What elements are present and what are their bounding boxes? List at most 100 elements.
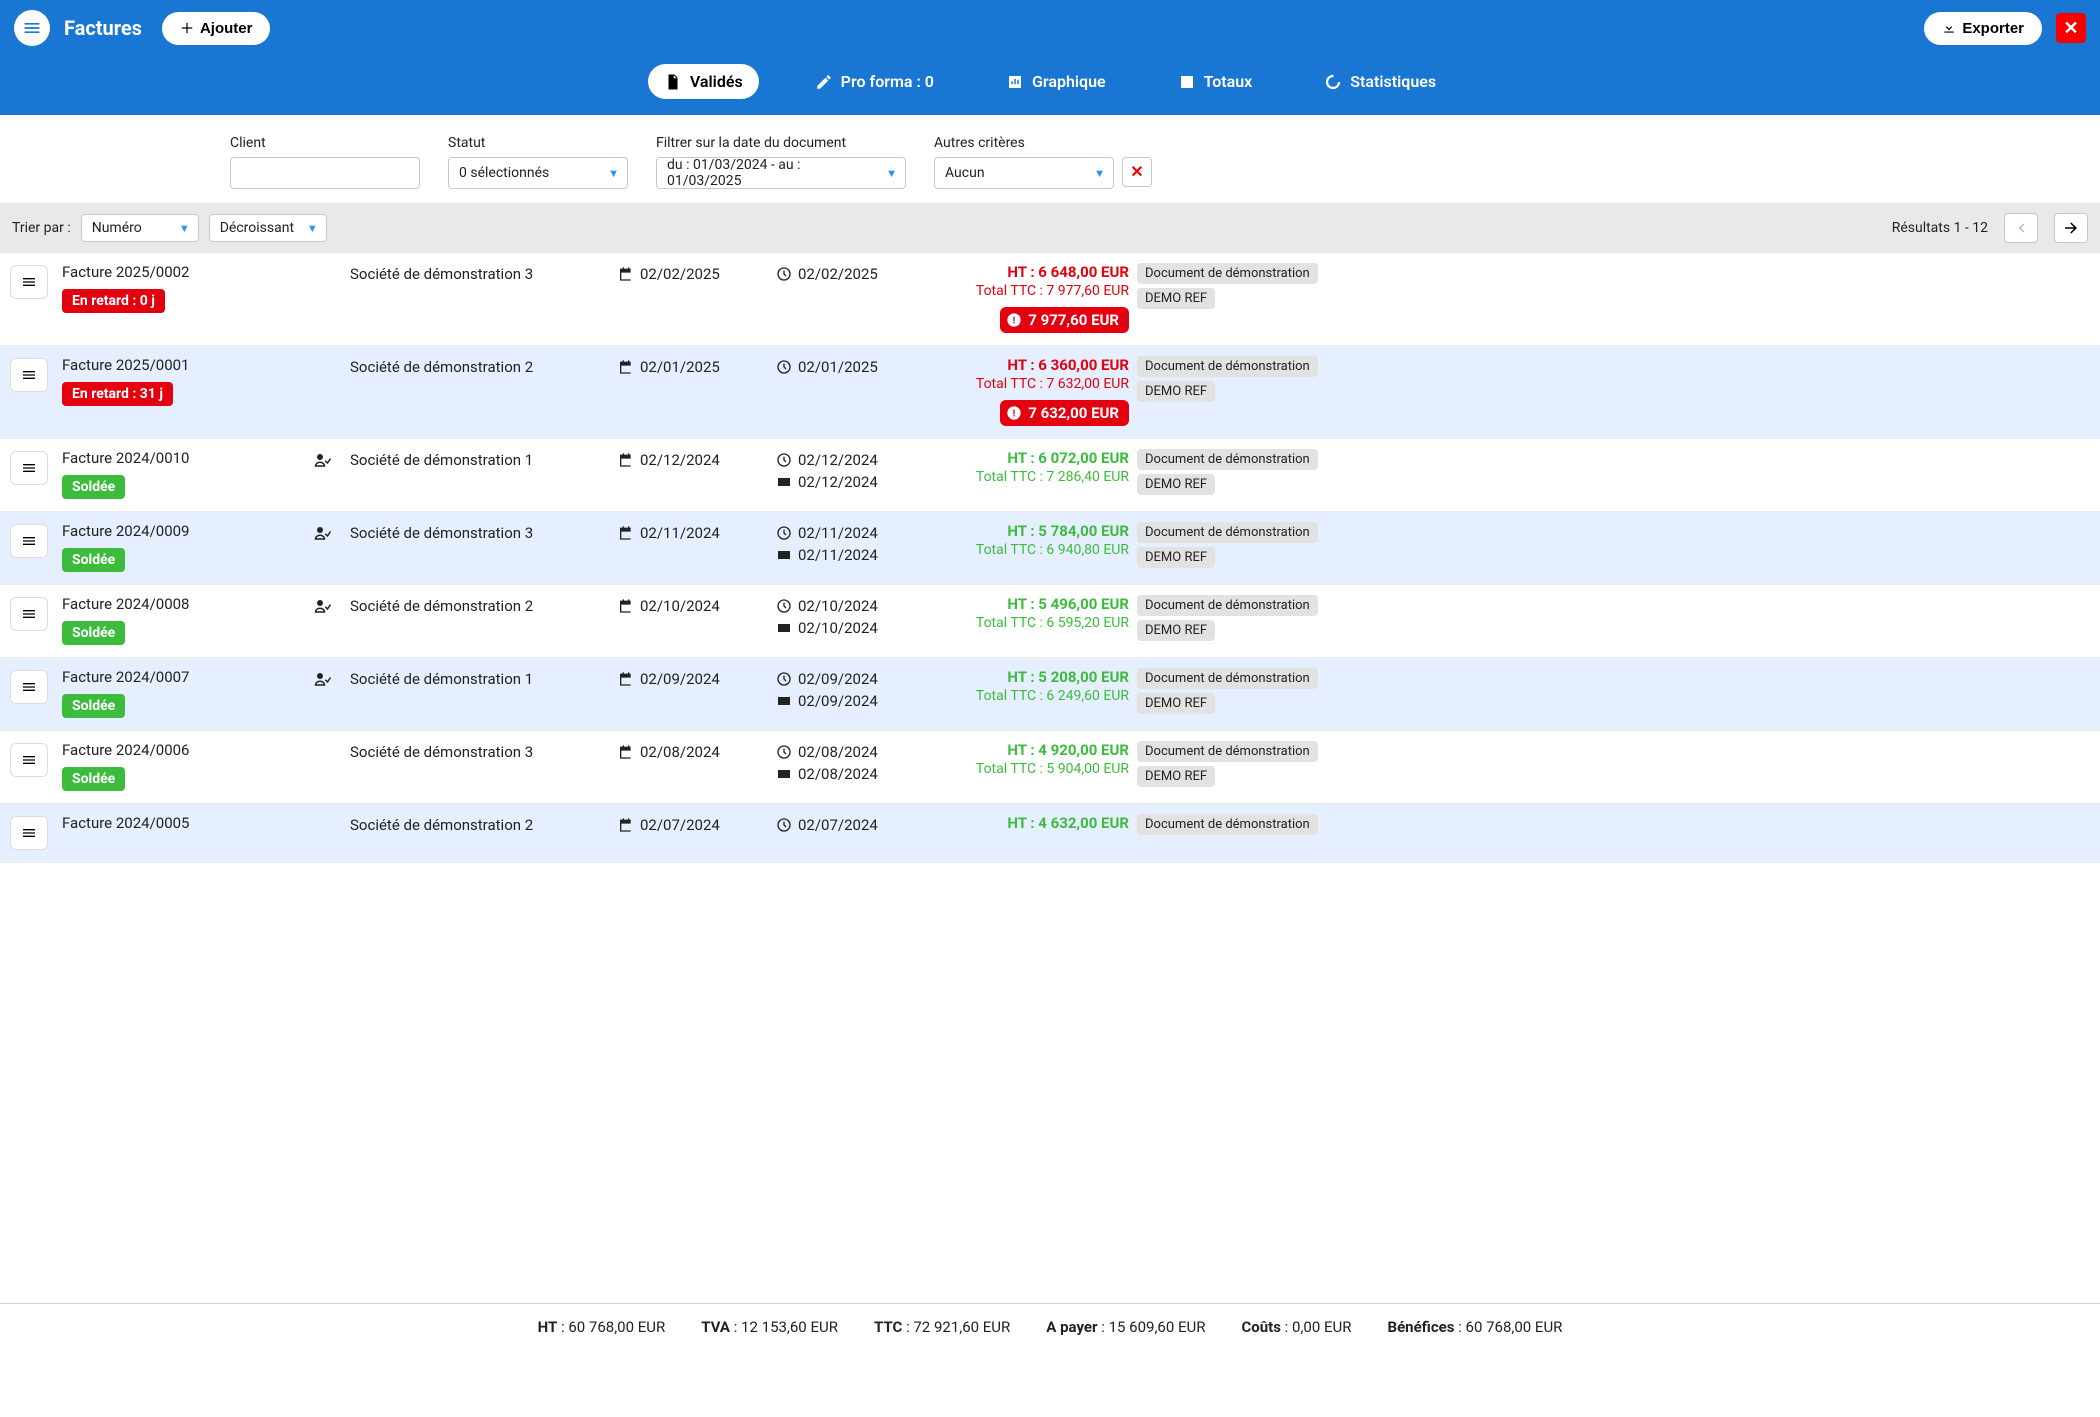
amount-ht: HT : 6 072,00 EUR — [934, 449, 1129, 467]
clock-icon — [776, 671, 792, 687]
tag: DEMO REF — [1137, 620, 1215, 641]
filter-other-select[interactable]: Aucun ▼ — [934, 157, 1114, 189]
invoice-row[interactable]: Facture 2024/0009SoldéeSociété de démons… — [0, 512, 2100, 585]
row-menu-icon — [21, 533, 37, 549]
due-date: 02/10/2024 — [798, 597, 878, 615]
tab-statistiques[interactable]: Statistiques — [1308, 64, 1452, 99]
company-name: Société de démonstration 2 — [350, 356, 610, 376]
document-date: 02/12/2024 — [640, 451, 720, 469]
sort-field-select[interactable]: Numéro ▼ — [81, 214, 199, 242]
calendar-icon — [618, 359, 634, 375]
clock-icon — [776, 598, 792, 614]
menu-icon — [22, 18, 42, 38]
tab-proforma[interactable]: Pro forma : 0 — [799, 64, 950, 99]
amount-ttc: Total TTC : 7 632,00 EUR — [934, 376, 1129, 392]
row-menu-button[interactable] — [10, 670, 48, 704]
outstanding-badge: 7 632,00 EUR — [1000, 400, 1129, 426]
paid-date: 02/12/2024 — [798, 473, 878, 491]
row-menu-button[interactable] — [10, 265, 48, 299]
pencil-icon — [815, 73, 833, 91]
filter-date-select[interactable]: du : 01/03/2024 - au : 01/03/2025 ▼ — [656, 157, 906, 189]
alert-icon — [1006, 405, 1022, 421]
calendar-icon — [618, 744, 634, 760]
next-page-button[interactable] — [2054, 213, 2088, 243]
paid-date: 02/11/2024 — [798, 546, 878, 564]
row-menu-button[interactable] — [10, 597, 48, 631]
export-button[interactable]: Exporter — [1924, 12, 2042, 45]
invoice-row[interactable]: Facture 2024/0008SoldéeSociété de démons… — [0, 585, 2100, 658]
footer-ht-val: : 60 768,00 EUR — [557, 1318, 665, 1336]
download-icon — [1942, 21, 1956, 35]
row-menu-icon — [21, 460, 37, 476]
amount-ht: HT : 5 784,00 EUR — [934, 522, 1129, 540]
close-button[interactable]: ✕ — [2056, 13, 2086, 43]
plus-icon — [180, 21, 194, 35]
tag: DEMO REF — [1137, 474, 1215, 495]
calculator-icon — [1178, 73, 1196, 91]
filter-client-input[interactable] — [230, 157, 420, 189]
amount-ttc: Total TTC : 6 249,60 EUR — [934, 688, 1129, 704]
prev-page-button[interactable] — [2004, 213, 2038, 243]
row-menu-button[interactable] — [10, 451, 48, 485]
add-button-label: Ajouter — [200, 20, 253, 37]
tab-totaux[interactable]: Totaux — [1162, 64, 1269, 99]
tab-graphique[interactable]: Graphique — [990, 64, 1122, 99]
tag: Document de démonstration — [1137, 449, 1318, 470]
filters: Client Statut 0 sélectionnés ▼ Filtrer s… — [0, 115, 2100, 203]
company-name: Société de démonstration 3 — [350, 263, 610, 283]
footer-benef-val: : 60 768,00 EUR — [1454, 1318, 1562, 1336]
main-menu-button[interactable] — [14, 10, 50, 46]
signature-icon — [314, 451, 332, 469]
results-count: Résultats 1 - 12 — [1892, 220, 1988, 236]
due-date: 02/09/2024 — [798, 670, 878, 688]
page-title: Factures — [64, 16, 142, 40]
card-icon — [776, 693, 792, 709]
select-value: Aucun — [945, 165, 985, 181]
row-menu-icon — [21, 274, 37, 290]
invoice-row[interactable]: Facture 2024/0010SoldéeSociété de démons… — [0, 439, 2100, 512]
footer-couts-val: : 0,00 EUR — [1281, 1318, 1352, 1336]
tag: DEMO REF — [1137, 766, 1215, 787]
invoice-row[interactable]: Facture 2024/0005Société de démonstratio… — [0, 804, 2100, 863]
tab-label: Totaux — [1204, 72, 1253, 91]
footer-tva-val: : 12 153,60 EUR — [730, 1318, 838, 1336]
calendar-icon — [618, 671, 634, 687]
tag: Document de démonstration — [1137, 356, 1318, 377]
tab-valides[interactable]: Validés — [648, 64, 759, 99]
clock-icon — [776, 452, 792, 468]
outstanding-badge: 7 977,60 EUR — [1000, 307, 1129, 333]
row-menu-button[interactable] — [10, 816, 48, 850]
alert-icon — [1006, 312, 1022, 328]
company-name: Société de démonstration 3 — [350, 741, 610, 761]
row-menu-button[interactable] — [10, 743, 48, 777]
row-menu-icon — [21, 606, 37, 622]
signature-icon — [314, 597, 332, 615]
footer-tva-label: TVA — [701, 1318, 730, 1336]
invoice-row[interactable]: Facture 2025/0002En retard : 0 jSociété … — [0, 253, 2100, 346]
sortbar-label: Trier par : — [12, 220, 71, 236]
clear-filter-button[interactable]: ✕ — [1122, 157, 1152, 187]
amount-ttc: Total TTC : 7 286,40 EUR — [934, 469, 1129, 485]
card-icon — [776, 474, 792, 490]
chevron-down-icon: ▼ — [608, 167, 619, 180]
company-name: Société de démonstration 1 — [350, 668, 610, 688]
invoice-row[interactable]: Facture 2025/0001En retard : 31 jSociété… — [0, 346, 2100, 439]
row-menu-button[interactable] — [10, 358, 48, 392]
calendar-icon — [618, 817, 634, 833]
invoice-row[interactable]: Facture 2024/0006SoldéeSociété de démons… — [0, 731, 2100, 804]
clock-icon — [776, 359, 792, 375]
add-button[interactable]: Ajouter — [162, 12, 271, 45]
tag: Document de démonstration — [1137, 595, 1318, 616]
due-date: 02/02/2025 — [798, 265, 878, 283]
tab-label: Pro forma : 0 — [841, 72, 934, 91]
invoice-name: Facture 2024/0008 — [62, 595, 342, 613]
invoice-row[interactable]: Facture 2024/0007SoldéeSociété de démons… — [0, 658, 2100, 731]
chevron-down-icon: ▼ — [307, 222, 318, 235]
company-name: Société de démonstration 3 — [350, 522, 610, 542]
row-menu-button[interactable] — [10, 524, 48, 558]
tab-label: Validés — [690, 72, 743, 91]
sort-direction-select[interactable]: Décroissant ▼ — [209, 214, 327, 242]
company-name: Société de démonstration 1 — [350, 449, 610, 469]
filter-status-select[interactable]: 0 sélectionnés ▼ — [448, 157, 628, 189]
amount-ttc: Total TTC : 7 977,60 EUR — [934, 283, 1129, 299]
